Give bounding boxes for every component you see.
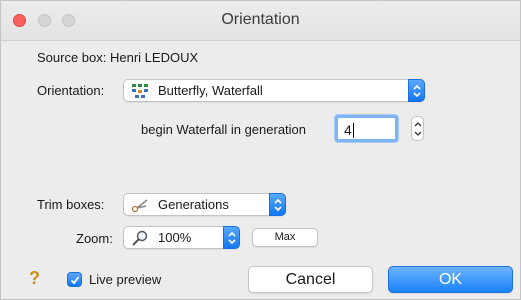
live-preview-checkbox[interactable] (67, 272, 82, 287)
zoom-popup[interactable]: 100% (123, 226, 240, 249)
checkmark-icon (70, 276, 80, 285)
trim-boxes-value: Generations (158, 197, 229, 212)
trim-boxes-popup[interactable]: Generations (123, 193, 286, 216)
zoom-max-button[interactable]: Max (252, 228, 318, 247)
waterfall-generation-value: 4 (344, 122, 352, 138)
popup-arrows-icon (223, 226, 240, 249)
orientation-dialog: Orientation Source box: Henri LEDOUX Ori… (0, 0, 521, 300)
zoom-value: 100% (158, 230, 192, 245)
scissors-icon (131, 199, 148, 213)
title-bar[interactable]: Orientation (1, 1, 520, 41)
text-caret (353, 123, 354, 138)
waterfall-generation-label: begin Waterfall in generation (141, 122, 307, 137)
help-icon[interactable]: ? (29, 268, 40, 289)
cancel-button[interactable]: Cancel (248, 266, 373, 293)
generation-stepper[interactable] (411, 116, 424, 141)
source-box-label: Source box: Henri LEDOUX (37, 50, 199, 65)
orientation-popup[interactable]: Butterfly, Waterfall (123, 79, 425, 102)
orientation-value: Butterfly, Waterfall (158, 83, 263, 98)
zoom-label: Zoom: (76, 231, 113, 246)
popup-arrows-icon (408, 79, 425, 102)
tree-chart-icon (132, 84, 148, 98)
waterfall-generation-field[interactable]: 4 (335, 115, 398, 142)
stepper-arrows-icon (414, 122, 422, 136)
trim-boxes-label: Trim boxes: (37, 197, 105, 212)
popup-arrows-icon (269, 193, 286, 216)
window-title: Orientation (221, 11, 300, 28)
live-preview-label: Live preview (89, 272, 162, 287)
orientation-label: Orientation: (37, 83, 105, 98)
magnifier-icon (132, 230, 148, 246)
ok-button[interactable]: OK (388, 266, 513, 293)
